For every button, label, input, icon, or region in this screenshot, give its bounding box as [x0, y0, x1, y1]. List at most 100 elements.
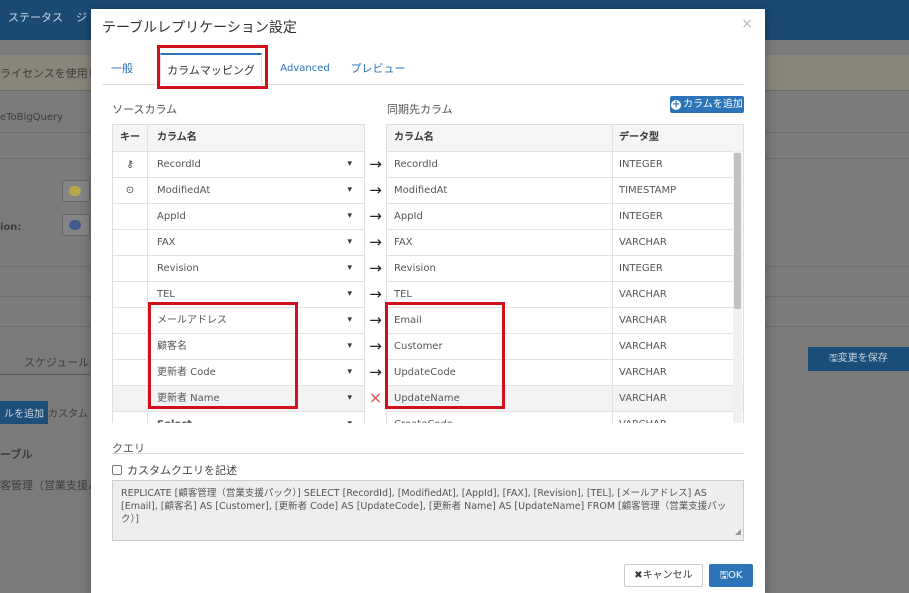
ok-button[interactable]: 🖫OK [709, 564, 753, 587]
tab-preview[interactable]: プレビュー [348, 53, 408, 85]
mapping-arrow-icon: → [369, 155, 382, 173]
caret-down-icon[interactable]: ▾ [347, 419, 352, 423]
destination-row: AppId INTEGER [387, 204, 743, 230]
clock-icon: ⊙ [113, 178, 148, 203]
destination-column-name[interactable]: FAX [387, 230, 613, 255]
destination-column-header: カラム名 [387, 125, 613, 151]
key-cell [113, 308, 148, 333]
custom-query-option: カスタムクエリを記述 [112, 462, 237, 478]
topbar-status-link[interactable]: ステータス [8, 9, 63, 25]
custom-button[interactable]: カスタム [48, 405, 88, 420]
key-header: キー [113, 125, 148, 151]
cancel-button[interactable]: ✖キャンセル [624, 564, 703, 587]
job-name: eToBigQuery [0, 112, 64, 123]
destination-chip[interactable] [62, 214, 90, 236]
source-column-select[interactable]: AppId [148, 204, 364, 229]
source-column-select[interactable]: FAX [148, 230, 364, 255]
source-column-select[interactable]: RecordId [148, 152, 364, 177]
source-row: ⚷ RecordId ▾ [113, 152, 364, 178]
mapping-arrow-icon: → [369, 311, 382, 329]
cancel-label: キャンセル [642, 570, 693, 581]
modal-title: テーブルレプリケーション設定 [102, 20, 297, 36]
data-type-cell[interactable]: TIMESTAMP [613, 178, 733, 203]
save-changes-button[interactable]: 🖫変更を保存 [808, 347, 909, 371]
data-type-header: データ型 [619, 132, 659, 143]
query-text: REPLICATE [顧客管理（営業支援パック）] SELECT [Record… [121, 488, 727, 525]
mapping-arrow-icon: → [369, 181, 382, 199]
caret-down-icon[interactable]: ▾ [347, 315, 352, 325]
caret-down-icon[interactable]: ▾ [347, 237, 352, 247]
data-type-cell[interactable]: INTEGER [613, 256, 733, 281]
caret-down-icon[interactable]: ▾ [347, 367, 352, 377]
source-chip[interactable] [62, 180, 90, 202]
custom-query-label[interactable]: カスタムクエリを記述 [127, 464, 237, 477]
annotation-highlight-source [148, 302, 298, 409]
data-type-cell[interactable]: VARCHAR [613, 412, 733, 423]
source-column-select[interactable]: Revision [148, 256, 364, 281]
key-cell [113, 230, 148, 255]
query-textarea[interactable]: REPLICATE [顧客管理（営業支援パック）] SELECT [Record… [112, 480, 744, 541]
source-row: ⊙ ModifiedAt ▾ [113, 178, 364, 204]
source-columns-label: ソースカラム [112, 103, 178, 116]
destination-header-row: カラム名 データ型 [387, 125, 743, 152]
mapping-arrow-icon: → [369, 233, 382, 251]
key-icon: ⚷ [113, 152, 148, 177]
table-heading: ーブル [0, 448, 33, 461]
destination-row: ModifiedAt TIMESTAMP [387, 178, 743, 204]
data-type-cell[interactable]: VARCHAR [613, 308, 733, 333]
data-type-cell[interactable]: VARCHAR [613, 282, 733, 307]
add-table-button[interactable]: ルを追加 [0, 401, 48, 424]
data-type-cell[interactable]: INTEGER [613, 204, 733, 229]
caret-down-icon[interactable]: ▾ [347, 289, 352, 299]
add-column-label: カラムを追加 [683, 99, 743, 110]
caret-down-icon[interactable]: ▾ [347, 159, 352, 169]
caret-down-icon[interactable]: ▾ [347, 393, 352, 403]
key-cell [113, 334, 148, 359]
source-row: Select...▾ [113, 412, 364, 423]
data-type-cell[interactable]: VARCHAR [613, 334, 733, 359]
mapping-arrow-icon: → [369, 337, 382, 355]
data-type-cell[interactable]: VARCHAR [613, 386, 733, 411]
unmapped-x-icon: × [368, 388, 383, 407]
caret-down-icon[interactable]: ▾ [347, 263, 352, 273]
custom-query-checkbox[interactable] [112, 465, 122, 475]
caret-down-icon[interactable]: ▾ [347, 211, 352, 221]
destination-row: Revision INTEGER [387, 256, 743, 282]
destination-row: FAX VARCHAR [387, 230, 743, 256]
annotation-highlight-tab [157, 45, 268, 89]
close-icon: ✖ [634, 570, 643, 581]
source-row: FAX ▾ [113, 230, 364, 256]
source-column-select[interactable]: Select... [148, 412, 364, 423]
close-icon[interactable]: × [741, 16, 753, 32]
data-type-cell[interactable]: INTEGER [613, 152, 733, 177]
mapping-arrow-icon: → [369, 259, 382, 277]
mapping-arrow-icon: → [369, 207, 382, 225]
key-cell [113, 282, 148, 307]
add-column-button[interactable]: + カラムを追加 [670, 96, 744, 113]
divider [112, 453, 744, 454]
mapping-arrow-icon [365, 411, 386, 423]
key-cell [113, 204, 148, 229]
data-type-cell[interactable]: VARCHAR [613, 360, 733, 385]
caret-down-icon[interactable]: ▾ [347, 341, 352, 351]
save-icon: 🖫 [719, 570, 729, 581]
caret-down-icon[interactable]: ▾ [347, 185, 352, 195]
tab-advanced[interactable]: Advanced [274, 53, 336, 85]
tab-general[interactable]: 一般 [102, 53, 142, 85]
resize-handle-icon[interactable]: ◢ [735, 525, 741, 538]
destination-column-name[interactable]: ModifiedAt [387, 178, 613, 203]
field-label: ion: [0, 222, 22, 233]
save-icon: 🖫 [829, 353, 838, 364]
scrollbar-thumb[interactable] [734, 153, 741, 309]
grid-scrollbar[interactable] [733, 151, 742, 423]
destination-column-name[interactable]: RecordId [387, 152, 613, 177]
topbar-job-link[interactable]: ジ [76, 9, 87, 25]
data-type-cell[interactable]: VARCHAR [613, 230, 733, 255]
tab-schedule[interactable]: スケジュール [24, 354, 89, 370]
source-row: Revision ▾ [113, 256, 364, 282]
destination-column-name[interactable]: AppId [387, 204, 613, 229]
destination-column-name[interactable]: CreateCode [387, 412, 613, 423]
source-column-select[interactable]: ModifiedAt [148, 178, 364, 203]
destination-column-name[interactable]: Revision [387, 256, 613, 281]
mapping-arrow-icon: → [369, 285, 382, 303]
